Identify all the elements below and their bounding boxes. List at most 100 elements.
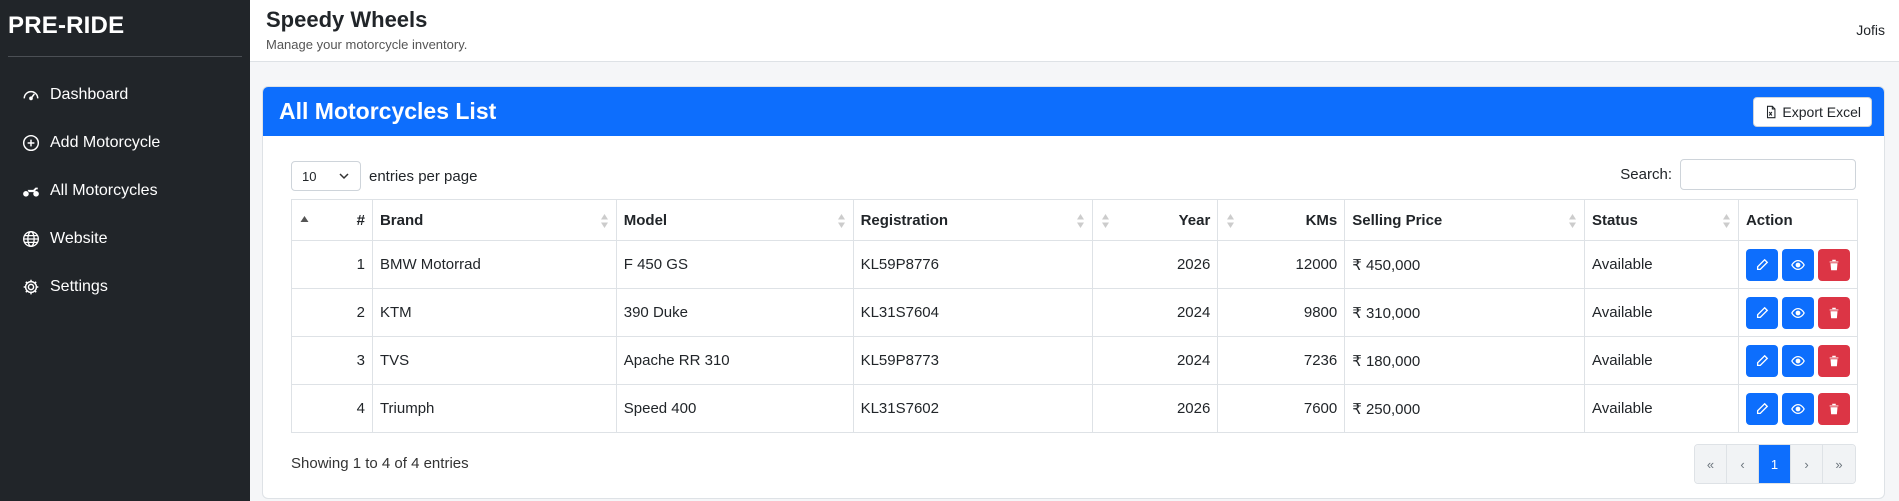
cell-number: 4 [291, 384, 373, 433]
sidebar-item-label: Settings [50, 278, 108, 295]
pencil-icon [1756, 402, 1769, 414]
view-button[interactable] [1781, 296, 1814, 329]
delete-button[interactable] [1817, 344, 1850, 377]
last-page-button[interactable]: » [1823, 445, 1855, 483]
cell-price: ₹ 250,000 [1344, 384, 1586, 433]
cell-kms: 7600 [1217, 384, 1346, 433]
sidebar-item-label: Add Motorcycle [50, 134, 161, 151]
cell-kms: 7236 [1217, 336, 1346, 385]
first-page-button[interactable]: « [1695, 445, 1727, 483]
search-input[interactable] [1680, 159, 1856, 190]
entries-per-page-select[interactable]: 10 [291, 161, 361, 191]
trash-icon [1829, 307, 1839, 318]
sidebar-item-label: Website [50, 230, 108, 247]
pencil-icon [1756, 306, 1769, 318]
eye-icon [1791, 355, 1805, 366]
sidebar: PRE-RIDE Dashboard Add Motorcycle All Mo… [0, 0, 250, 501]
cell-brand: BMW Motorrad [371, 240, 617, 289]
trash-icon [1829, 403, 1839, 414]
delete-button[interactable] [1817, 392, 1850, 425]
col-header-label: Year [1178, 211, 1211, 229]
sidebar-item-settings[interactable]: Settings [0, 263, 250, 311]
edit-button[interactable] [1745, 248, 1778, 281]
next-page-button[interactable]: › [1791, 445, 1823, 483]
col-header-number[interactable]: # [291, 199, 373, 241]
sidebar-divider [8, 56, 242, 57]
cell-number: 1 [291, 240, 373, 289]
edit-button[interactable] [1745, 392, 1778, 425]
table-row: 4 Triumph Speed 400 KL31S7602 2026 7600 … [291, 384, 1859, 433]
user-menu[interactable]: Jofis [1856, 22, 1885, 38]
cell-year: 2026 [1092, 384, 1219, 433]
motorcycle-icon [23, 187, 39, 197]
speedometer-icon [23, 90, 39, 101]
eye-icon [1791, 403, 1805, 414]
cell-actions [1737, 384, 1859, 433]
search-label: Search: [1620, 166, 1672, 183]
entries-per-page-label: entries per page [369, 167, 478, 185]
col-header-year[interactable]: Year [1092, 199, 1219, 241]
page-1-button[interactable]: 1 [1759, 445, 1791, 483]
card-title: All Motorcycles List [279, 98, 497, 124]
table-row: 3 TVS Apache RR 310 KL59P8773 2024 7236 … [291, 336, 1859, 385]
brand-logo[interactable]: PRE-RIDE [0, 0, 250, 56]
cell-model: 390 Duke [615, 288, 854, 337]
view-button[interactable] [1781, 344, 1814, 377]
table-header-row: # Brand Model Registration Year KMs Sell… [291, 199, 1859, 241]
col-header-selling-price[interactable]: Selling Price [1344, 199, 1586, 241]
sort-asc-icon [300, 216, 309, 222]
cell-price: ₹ 450,000 [1344, 240, 1586, 289]
cell-model: F 450 GS [615, 240, 854, 289]
view-button[interactable] [1781, 248, 1814, 281]
sidebar-item-dashboard[interactable]: Dashboard [0, 71, 250, 119]
cell-actions [1737, 240, 1859, 289]
cell-status: Available [1584, 336, 1739, 385]
search-control: Search: [1620, 159, 1856, 190]
edit-button[interactable] [1745, 296, 1778, 329]
prev-page-button[interactable]: ‹ [1727, 445, 1759, 483]
cell-status: Available [1584, 240, 1739, 289]
col-header-label: Selling Price [1352, 211, 1443, 229]
page-title: Speedy Wheels [266, 7, 428, 32]
col-header-kms[interactable]: KMs [1217, 199, 1346, 241]
eye-icon [1791, 307, 1805, 318]
globe-icon [23, 231, 39, 247]
delete-button[interactable] [1817, 248, 1850, 281]
motorcycles-table: # Brand Model Registration Year KMs Sell… [291, 199, 1859, 433]
delete-button[interactable] [1817, 296, 1850, 329]
col-header-status[interactable]: Status [1584, 199, 1739, 241]
sidebar-item-website[interactable]: Website [0, 215, 250, 263]
cell-brand: TVS [371, 336, 617, 385]
entries-control: 10 entries per page [291, 161, 477, 191]
col-header-registration[interactable]: Registration [852, 199, 1094, 241]
col-header-label: Registration [860, 211, 949, 229]
edit-button[interactable] [1745, 344, 1778, 377]
cell-number: 2 [291, 288, 373, 337]
view-button[interactable] [1781, 392, 1814, 425]
cell-number: 3 [291, 336, 373, 385]
sort-icon [1077, 214, 1085, 228]
entries-per-page-value: 10 [302, 168, 317, 184]
cell-brand: Triumph [371, 384, 617, 433]
col-header-label: # [356, 211, 365, 229]
sidebar-item-all-motorcycles[interactable]: All Motorcycles [0, 167, 250, 215]
topbar: Speedy Wheels Manage your motorcycle inv… [250, 0, 1899, 62]
export-excel-button[interactable]: Export Excel [1753, 97, 1872, 127]
cell-year: 2024 [1092, 336, 1219, 385]
cell-registration: KL59P8773 [852, 336, 1094, 385]
cell-model: Speed 400 [615, 384, 854, 433]
sort-icon [837, 214, 845, 228]
cell-kms: 9800 [1217, 288, 1346, 337]
sidebar-item-add-motorcycle[interactable]: Add Motorcycle [0, 119, 250, 167]
cell-registration: KL59P8776 [852, 240, 1094, 289]
col-header-model[interactable]: Model [615, 199, 854, 241]
col-header-label: Model [623, 211, 668, 229]
eye-icon [1791, 259, 1805, 270]
col-header-action: Action [1737, 199, 1859, 241]
cell-price: ₹ 310,000 [1344, 288, 1586, 337]
sort-icon [1102, 214, 1110, 228]
sort-icon [1569, 214, 1577, 228]
table-row: 1 BMW Motorrad F 450 GS KL59P8776 2026 1… [291, 240, 1859, 289]
cell-status: Available [1584, 384, 1739, 433]
col-header-brand[interactable]: Brand [371, 199, 617, 241]
